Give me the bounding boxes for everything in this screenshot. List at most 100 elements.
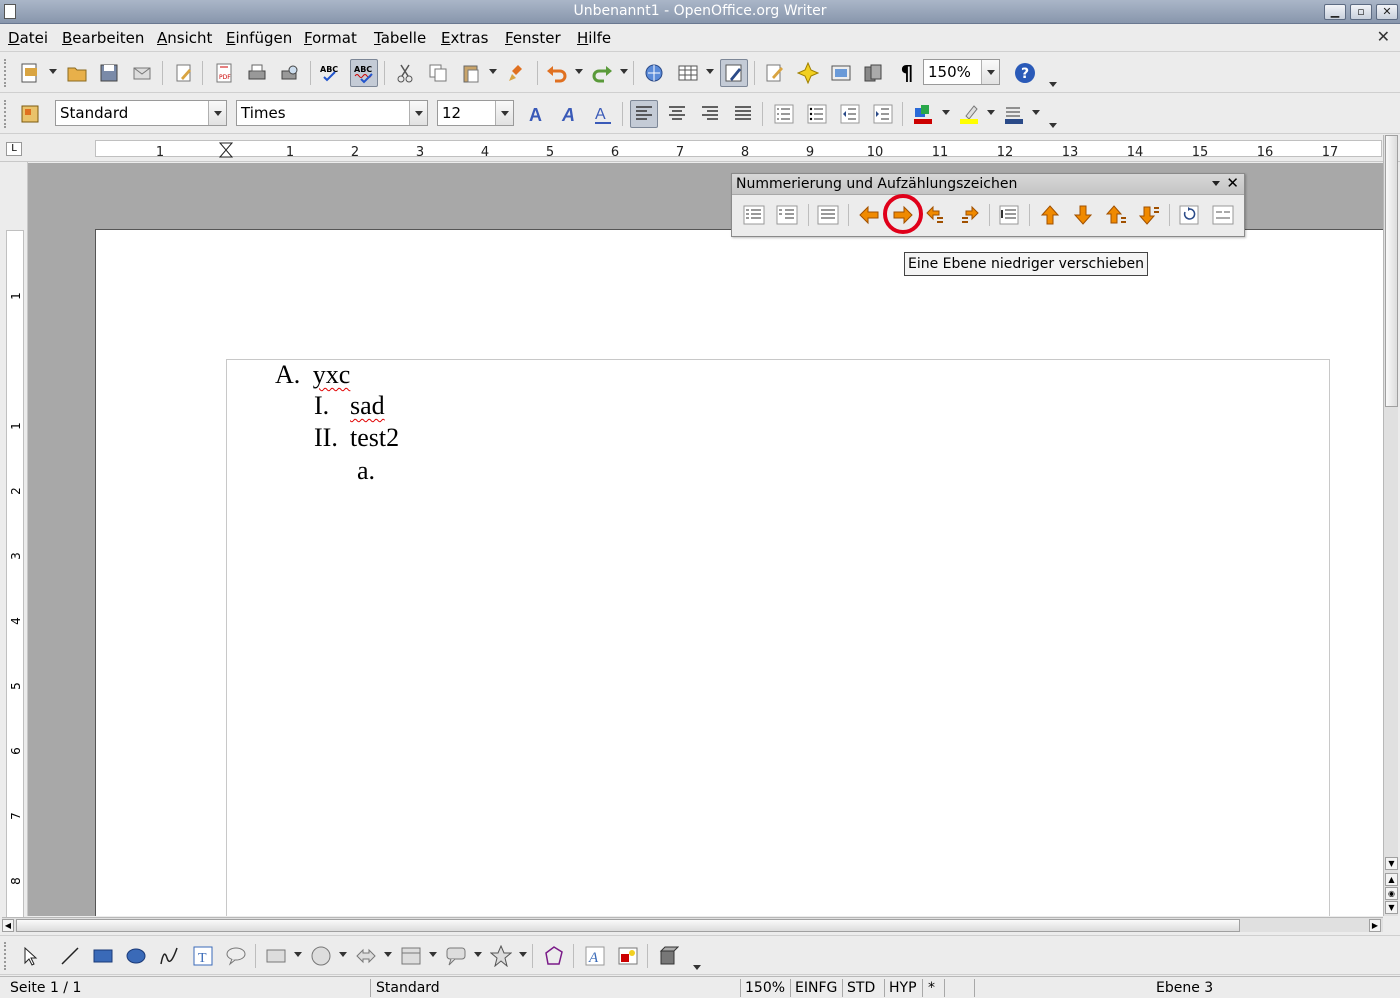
align-left-icon[interactable] [630,100,658,128]
promote-one-level-icon[interactable] [855,201,883,229]
indent-marker-icon[interactable] [219,142,233,158]
table-dropdown-arrow[interactable] [706,69,714,74]
selection-mode-indicator[interactable]: STD [843,979,875,998]
document-modified-indicator[interactable]: * [924,979,935,998]
menu-fenster[interactable]: Fenster [505,29,561,47]
hyperlink-mode-indicator[interactable]: HYP [885,979,917,998]
symbol-shapes-icon[interactable] [307,942,335,970]
edit-file-icon[interactable] [170,59,198,87]
background-color-icon[interactable] [1000,100,1028,128]
line-icon[interactable] [56,942,84,970]
hyperlink-icon[interactable] [640,59,668,87]
scroll-down-button[interactable]: ▼ [1385,857,1398,870]
italic-icon[interactable]: A [556,100,584,128]
menu-extras[interactable]: Extras [441,29,488,47]
toolbar-grip[interactable] [4,942,8,970]
previous-page-button[interactable]: ▲ [1385,873,1398,886]
extrusion-toggle-icon[interactable] [654,942,682,970]
email-icon[interactable] [128,59,156,87]
highlighting-dropdown-arrow[interactable] [987,110,995,115]
highlighting-icon[interactable] [955,100,983,128]
zoom-dropdown-button[interactable] [981,60,999,84]
zoom-combobox[interactable]: 150% [923,59,1000,85]
drawing-toolbar-overflow-arrow[interactable] [693,948,701,970]
print-icon[interactable] [243,59,271,87]
close-document-button[interactable]: ✕ [1377,27,1390,46]
copy-icon[interactable] [424,59,452,87]
styles-formatting-icon[interactable] [16,100,44,128]
decrease-indent-icon[interactable] [836,100,864,128]
format-toolbar-overflow-arrow[interactable] [1049,106,1057,128]
stars-dropdown-arrow[interactable] [519,952,527,957]
list-item-level2[interactable]: I. sad [314,391,385,421]
font-size-dropdown-button[interactable] [495,101,513,125]
horizontal-scroll-thumb[interactable] [16,919,1240,932]
restart-numbering-icon[interactable] [1175,201,1203,229]
scroll-right-button[interactable]: ▶ [1369,919,1381,932]
block-arrows-dropdown-arrow[interactable] [384,952,392,957]
numbering-toggle-icon[interactable] [773,201,801,229]
toolbar-grip[interactable] [4,100,8,128]
close-window-button[interactable]: ✕ [1376,4,1398,20]
basic-shapes-icon[interactable] [262,942,290,970]
bullets-numbering-dialog-icon[interactable] [1209,201,1237,229]
callouts-icon[interactable] [442,942,470,970]
document-page[interactable]: A. yxc I. sad II. test2 a. [95,229,1383,916]
maximize-button[interactable]: ▫ [1350,4,1372,20]
font-size-combobox[interactable]: 12 [437,100,514,126]
move-up-icon[interactable] [1036,201,1064,229]
document-area[interactable]: A. yxc I. sad II. test2 a. [28,163,1383,916]
callouts-dropdown-arrow[interactable] [474,952,482,957]
rectangle-icon[interactable] [89,942,117,970]
font-color-dropdown-arrow[interactable] [942,110,950,115]
numbering-toolbar-titlebar[interactable]: Nummerierung und Aufzählungszeichen ✕ [732,174,1244,195]
align-center-icon[interactable] [663,100,691,128]
navigator-icon[interactable] [794,59,822,87]
paragraph-style-dropdown-button[interactable] [208,101,226,125]
menu-einfuegen[interactable]: Einfügen [226,29,292,47]
font-name-dropdown-button[interactable] [409,101,427,125]
gallery-icon[interactable] [827,59,855,87]
redo-dropdown-arrow[interactable] [620,69,628,74]
toolbar-options-dropdown[interactable] [1212,181,1220,186]
move-down-icon[interactable] [1069,201,1097,229]
block-arrows-icon[interactable] [352,942,380,970]
undo-dropdown-arrow[interactable] [575,69,583,74]
minimize-button[interactable]: ▁ [1324,4,1346,20]
callout-icon[interactable] [222,942,250,970]
vertical-scrollbar[interactable]: ▼ ▲ ◉ ▼ [1383,135,1398,916]
underline-icon[interactable]: A [589,100,617,128]
find-replace-icon[interactable] [761,59,789,87]
new-document-icon[interactable] [16,59,44,87]
list-item-level3[interactable]: a. [357,456,375,486]
list-item-level2[interactable]: II. test2 [314,423,399,453]
freeform-line-icon[interactable] [155,942,183,970]
menu-bearbeiten[interactable]: Bearbeiten [62,29,144,47]
format-paintbrush-icon[interactable] [503,59,531,87]
toolbar-overflow-arrow[interactable] [1049,65,1057,87]
page-indicator[interactable]: Seite 1 / 1 [6,979,81,998]
close-numbering-toolbar-button[interactable]: ✕ [1226,174,1239,192]
menu-ansicht[interactable]: Ansicht [157,29,212,47]
cut-icon[interactable] [391,59,419,87]
promote-with-subpoints-icon[interactable] [922,201,950,229]
justify-icon[interactable] [729,100,757,128]
save-icon[interactable] [95,59,123,87]
horizontal-scrollbar[interactable]: ◀ ▶ [2,917,1383,932]
numbering-on-icon[interactable] [770,100,798,128]
flowchart-icon[interactable] [397,942,425,970]
undo-icon[interactable] [543,59,571,87]
fontwork-icon[interactable]: A [581,942,609,970]
numbering-off-icon[interactable] [740,201,768,229]
list-item-level1[interactable]: A. yxc [275,360,350,390]
bullets-on-icon[interactable] [803,100,831,128]
align-right-icon[interactable] [696,100,724,128]
export-pdf-icon[interactable]: PDF [210,59,238,87]
insert-unnumbered-entry-icon[interactable] [814,201,842,229]
paste-icon[interactable] [457,59,485,87]
open-folder-icon[interactable] [63,59,91,87]
bold-icon[interactable]: A [523,100,551,128]
insert-image-icon[interactable] [614,942,642,970]
show-draw-functions-icon[interactable] [720,59,748,87]
vertical-ruler[interactable]: 1 1 2 3 4 5 6 7 8 [2,162,28,920]
